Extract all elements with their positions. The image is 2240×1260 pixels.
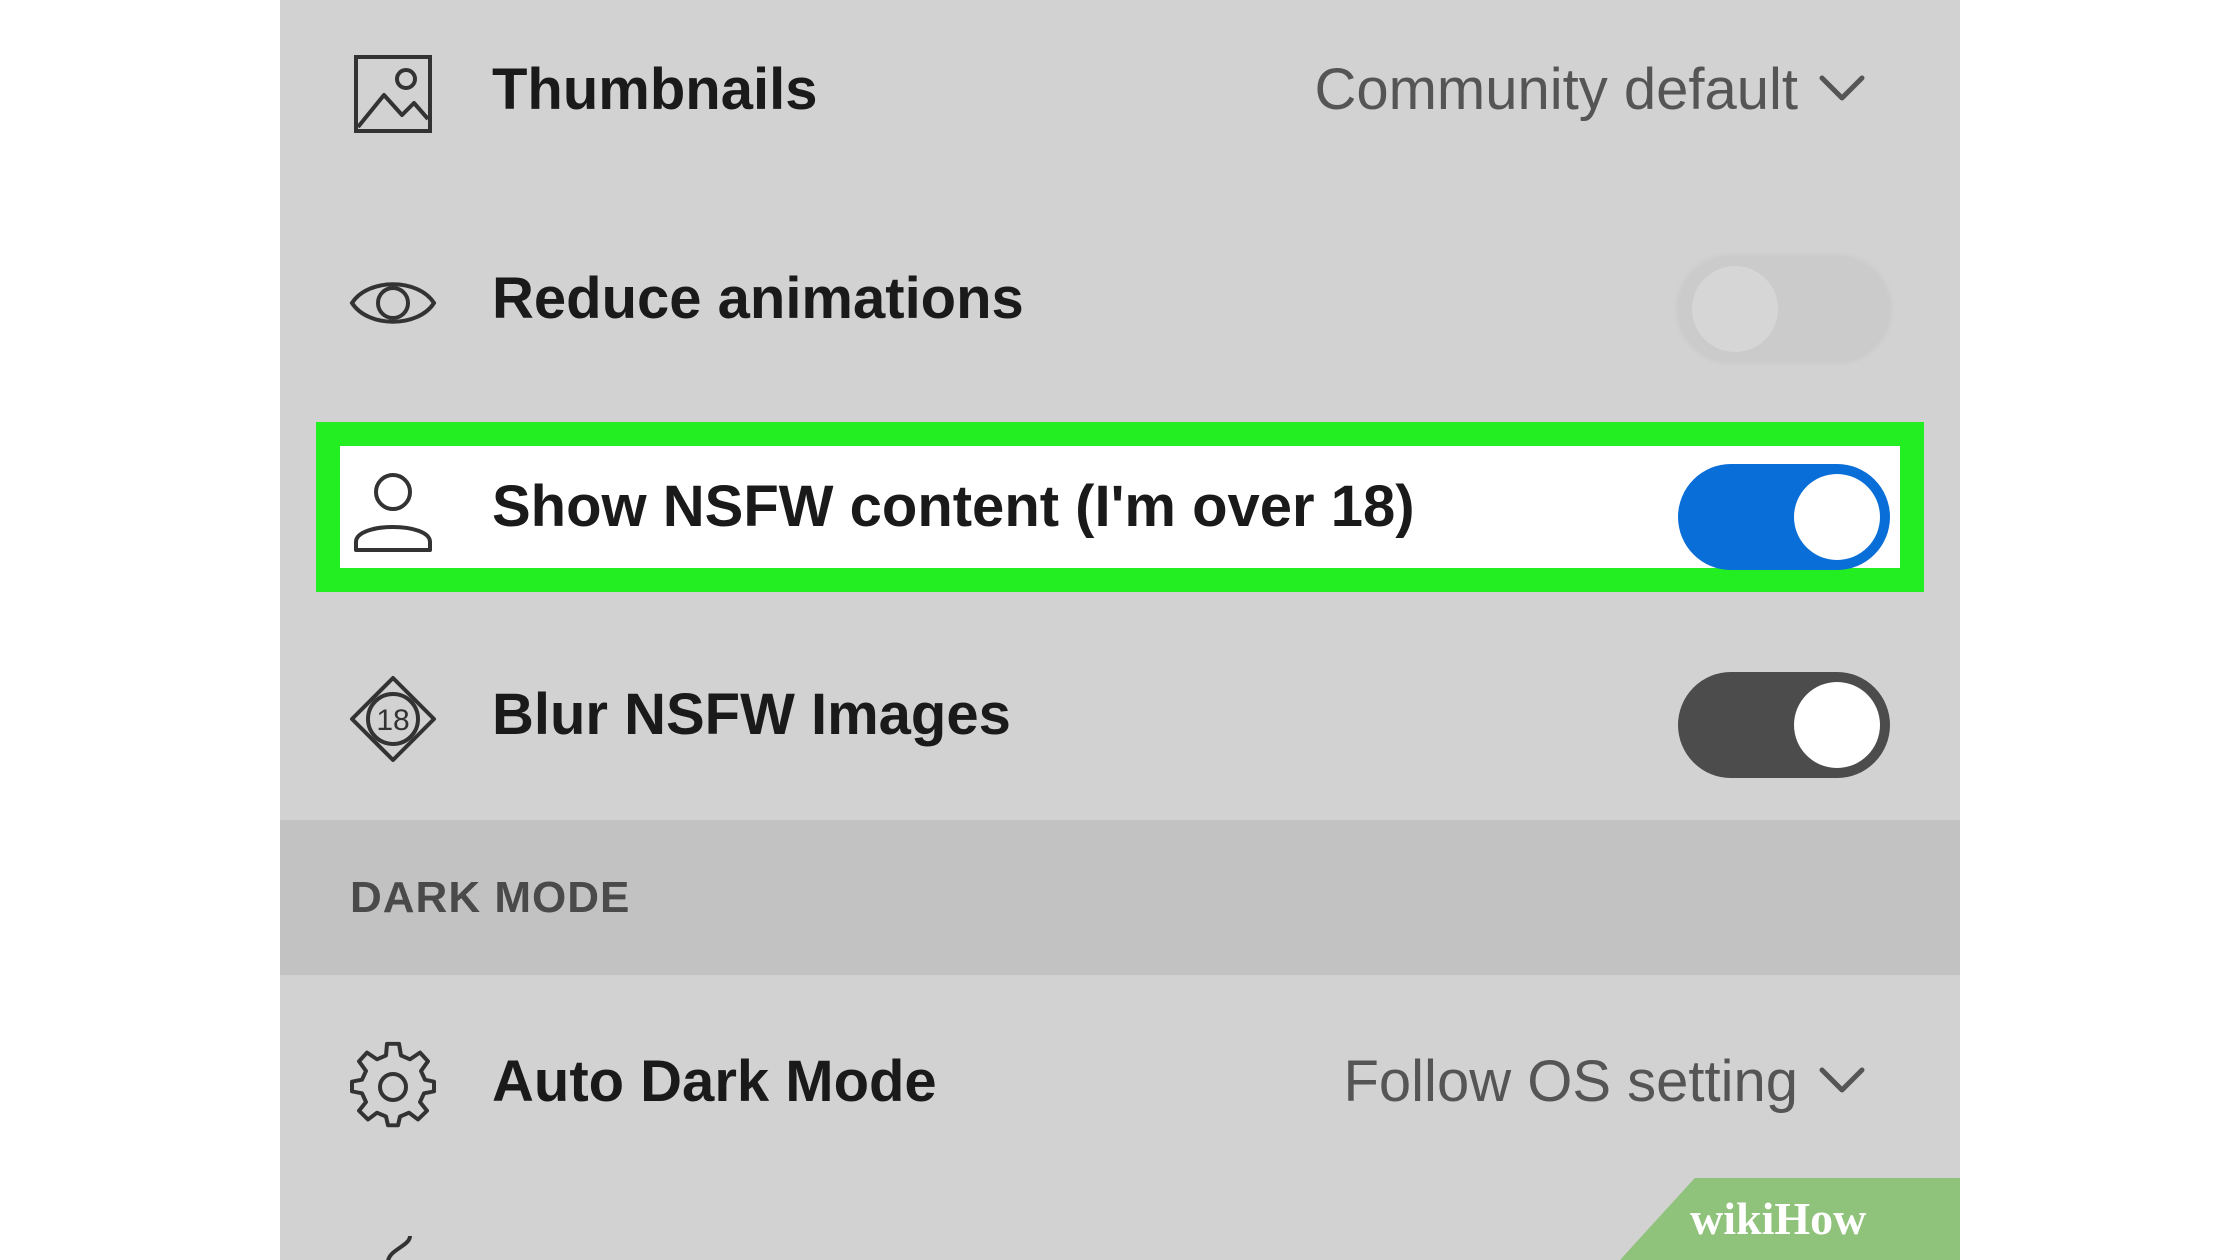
- svg-text:18: 18: [376, 704, 409, 737]
- toggle-knob: [1692, 266, 1778, 352]
- chevron-down-icon: [1814, 1060, 1870, 1100]
- dark-mode-section-header: DARK MODE: [280, 820, 1960, 975]
- thumbnails-row[interactable]: Thumbnails Community default: [280, 15, 1960, 165]
- toggle-knob: [1794, 682, 1880, 768]
- reduce-animations-row: Reduce animations: [280, 224, 1960, 374]
- gear-icon: [348, 1041, 438, 1131]
- auto-dark-mode-label: Auto Dark Mode: [492, 1049, 937, 1114]
- blur-nsfw-label: Blur NSFW Images: [492, 682, 1011, 747]
- image-icon: [348, 49, 438, 139]
- reduce-animations-toggle[interactable]: [1678, 256, 1890, 362]
- person-icon: [348, 466, 438, 556]
- chevron-down-icon: [1814, 68, 1870, 108]
- wikihow-watermark: wikiHow: [1620, 1178, 1960, 1260]
- blur-nsfw-row: 18 Blur NSFW Images: [280, 640, 1960, 790]
- thumbnails-dropdown[interactable]: Community default: [1314, 15, 1870, 165]
- auto-dark-mode-dropdown[interactable]: Follow OS setting: [1343, 1007, 1870, 1157]
- eye-icon: [348, 258, 438, 348]
- thumbnails-value: Community default: [1314, 57, 1798, 122]
- blur-nsfw-toggle[interactable]: [1678, 672, 1890, 778]
- show-nsfw-label: Show NSFW content (I'm over 18): [492, 474, 1415, 539]
- eighteen-icon: 18: [348, 674, 438, 764]
- settings-panel: Thumbnails Community default Reduce anim…: [280, 0, 1960, 1260]
- partial-row-icon: [380, 1232, 430, 1260]
- auto-dark-mode-row[interactable]: Auto Dark Mode Follow OS setting: [280, 1007, 1960, 1157]
- toggle-knob: [1794, 474, 1880, 560]
- thumbnails-label: Thumbnails: [492, 57, 818, 122]
- section-title: DARK MODE: [350, 873, 631, 922]
- auto-dark-mode-value: Follow OS setting: [1343, 1049, 1798, 1114]
- reduce-animations-label: Reduce animations: [492, 266, 1024, 331]
- show-nsfw-row: Show NSFW content (I'm over 18): [280, 432, 1960, 582]
- watermark-text: wikiHow: [1690, 1193, 1866, 1244]
- show-nsfw-toggle[interactable]: [1678, 464, 1890, 570]
